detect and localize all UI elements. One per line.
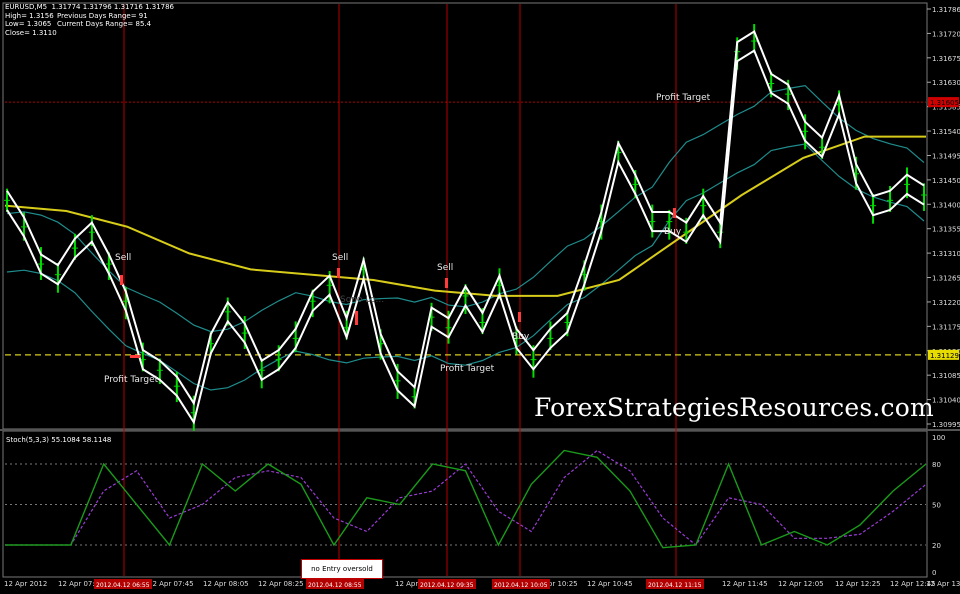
price-tick-label: 1.31495: [932, 152, 960, 160]
stoch-title: Stoch(5,3,3) 55.1084 58.1148: [6, 436, 111, 444]
buy-label-1: Buy: [512, 332, 530, 342]
price-tick-label: 1.31540: [932, 128, 960, 136]
price-axis: 1.317861.317201.316751.316301.315851.315…: [927, 6, 960, 429]
price-tick-label: 1.31040: [932, 397, 960, 405]
sell-label-3: Sell: [437, 263, 453, 273]
price-tick-label: 1.31265: [932, 275, 960, 283]
price-tick-label: 1.31786: [932, 6, 960, 14]
sell-arrow-icon: [445, 278, 448, 288]
price-tick-label: 1.31675: [932, 55, 960, 63]
profit-target-label-1: Profit Target: [104, 375, 159, 385]
no-entry-note: no Entry oversold: [301, 559, 383, 579]
horizontal-markers: [5, 101, 926, 356]
low-label: Low= 1.3065: [5, 20, 52, 28]
prev-range-label: Previous Days Range= 91: [57, 11, 148, 20]
red-price-marker-label: 1.31605: [930, 99, 959, 107]
curr-range-label: Current Days Range= 85.4: [57, 20, 152, 28]
profit-target-label-3: Profit Target: [656, 93, 711, 103]
target-marker-icon: [130, 355, 140, 358]
chart-header: EURUSD,M5 1.31774 1.31796 1.31716 1.3178…: [5, 3, 174, 37]
close-label: Close= 1.3110: [5, 28, 57, 37]
time-tick-label: 12 Apr 2012: [4, 580, 47, 588]
stoch-tick-label: 80: [932, 461, 941, 469]
price-tick-label: 1.31085: [932, 372, 960, 380]
arrow-markers: [120, 208, 676, 358]
sell-label-2: Sell: [332, 253, 348, 263]
time-tick-label: 12 Apr 13:05: [926, 580, 960, 588]
time-marker-label: 2012.04.12 10:05: [494, 582, 548, 589]
time-tick-label: 12 Apr 12:25: [835, 580, 881, 588]
stoch-tick-label: 100: [932, 434, 945, 442]
stoch-tick-label: 50: [932, 502, 941, 510]
time-tick-label: 12 Apr 07:45: [148, 580, 194, 588]
time-marker-label: 2012.04.12 08:55: [308, 582, 362, 589]
time-tick-label: 12 Apr 12:05: [778, 580, 824, 588]
sell-label-1: Sell: [115, 253, 131, 263]
price-tick-label: 1.31220: [932, 299, 960, 307]
price-tick-label: 1.31310: [932, 250, 960, 258]
buy-label-2: Buy: [664, 227, 682, 237]
price-tick-label: 1.31400: [932, 201, 960, 209]
price-tick-label: 1.31720: [932, 30, 960, 38]
faint-label: Sono Lo...: [340, 295, 384, 305]
high-label: High= 1.3156: [5, 11, 54, 20]
price-tick-label: 1.31355: [932, 226, 960, 234]
sell-arrow-icon: [337, 268, 340, 278]
price-chart[interactable]: Stoch(5,3,3) 55.1084 58.1148 1.31786 1.31…: [0, 0, 960, 590]
stoch-main-line: [5, 449, 927, 549]
time-marker-label: 2012.04.12 06:55: [96, 582, 150, 589]
ohlc-label: 1.31774 1.31796 1.31716 1.31786: [51, 3, 175, 11]
time-tick-label: 12 Apr 08:05: [203, 580, 249, 588]
time-tick-label: 12 Apr 11:45: [722, 580, 768, 588]
time-marker-label: 2012.04.12 11:15: [648, 582, 702, 589]
price-tick-label: 1.30995: [932, 421, 960, 429]
stochastic-oscillator: Stoch(5,3,3) 55.1084 58.1148: [5, 436, 927, 549]
price-tick-label: 1.31630: [932, 79, 960, 87]
moving-average-line: [4, 135, 926, 297]
time-marker-label: 2012.04.12 09:35: [420, 582, 474, 589]
time-tick-label: 12 Apr 08:25: [258, 580, 304, 588]
bollinger-bands: [6, 84, 925, 391]
sell-arrow-icon: [120, 275, 123, 285]
lower-band-line: [6, 143, 925, 391]
symbol-label: EURUSD,M5: [5, 3, 48, 11]
time-tick-label: 12 Apr 10:45: [587, 580, 633, 588]
price-tick-label: 1.31175: [932, 323, 960, 331]
stoch-tick-label: 20: [932, 542, 941, 550]
moving-average: [4, 135, 926, 297]
trade-annotations: Sell Sell Sell Buy Buy Profit Target Pro…: [104, 93, 711, 385]
chart-window[interactable]: Stoch(5,3,3) 55.1084 58.1148 1.31786 1.31…: [0, 0, 960, 590]
profit-target-label-2: Profit Target: [440, 364, 495, 374]
yellow-price-marker-label: 1.31129: [930, 352, 959, 360]
buy-arrow-icon: [518, 312, 521, 322]
watermark: ForexStrategiesResources.com: [534, 393, 934, 422]
stoch-tick-label: 0: [932, 569, 936, 577]
sell-arrow-icon: [355, 311, 358, 325]
stoch-signal-line: [5, 449, 927, 546]
stoch-axis: 100 80 50 20 0: [932, 434, 945, 577]
buy-arrow-icon: [673, 208, 676, 218]
time-axis: 12 Apr 2012 12 Apr 07:05 12 Apr 07:45 12 Ap…: [4, 579, 960, 589]
price-tick-label: 1.31450: [932, 177, 960, 185]
envelope-upper-line: [6, 30, 925, 406]
